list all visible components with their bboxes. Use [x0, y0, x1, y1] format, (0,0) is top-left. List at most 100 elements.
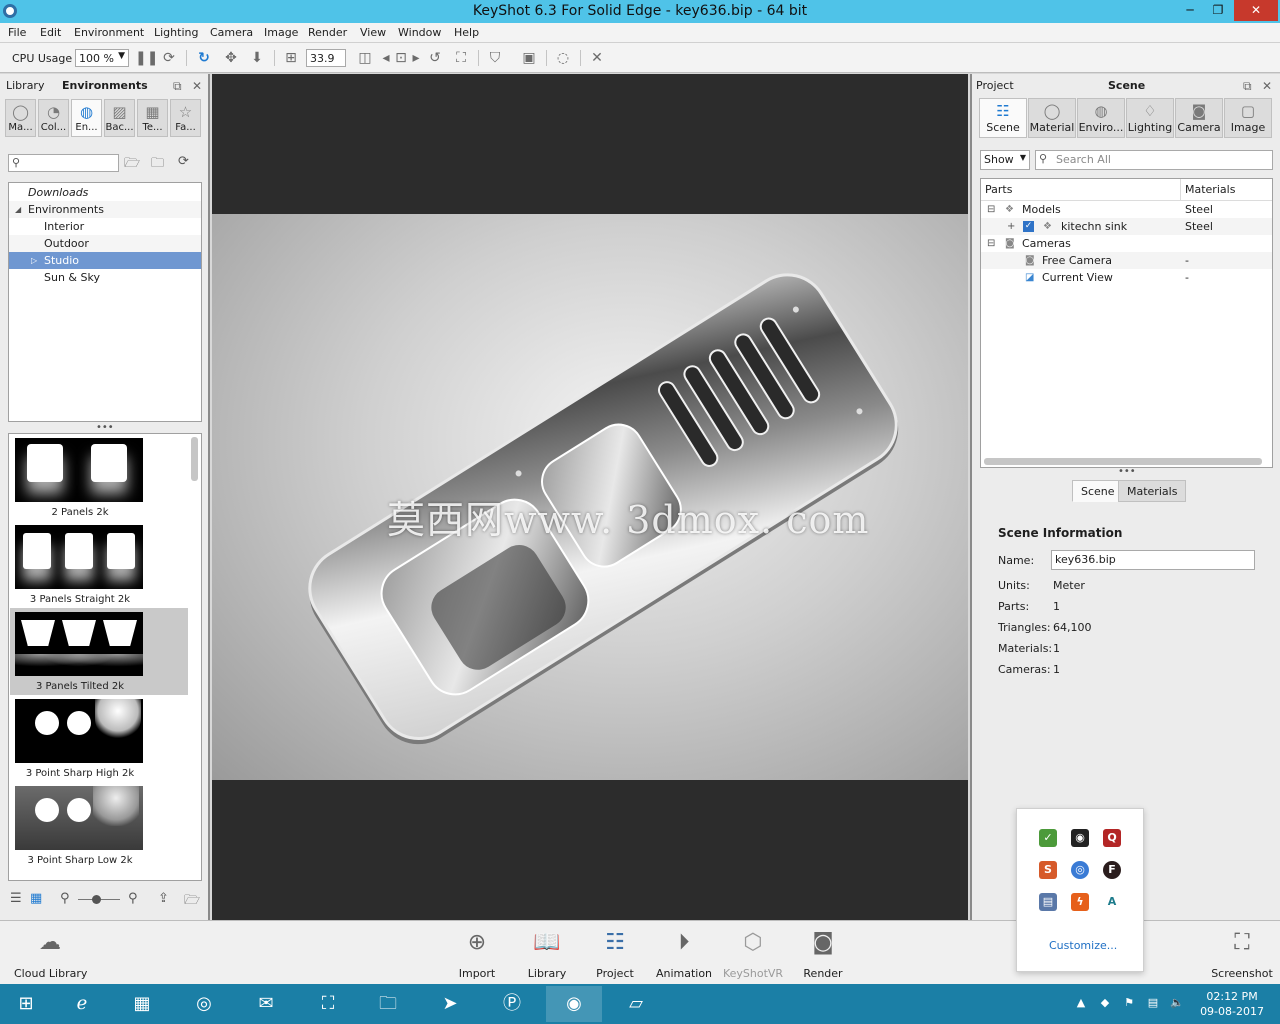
close-button[interactable]: ✕	[1234, 0, 1278, 21]
show-dropdown[interactable]: Show ▼	[980, 150, 1030, 170]
splitter-handle[interactable]: •••	[1118, 466, 1136, 477]
start-button[interactable]: ⊞	[0, 986, 52, 1022]
tray-shield-icon[interactable]: ✓	[1039, 829, 1057, 847]
screenshot-button[interactable]: ⛶ Screenshot	[1210, 927, 1274, 980]
tree-item-sun-sky[interactable]: Sun & Sky	[9, 269, 201, 286]
menu-window[interactable]: Window	[398, 26, 441, 39]
solid-edge-icon[interactable]: ➤	[422, 986, 478, 1022]
splitter-handle[interactable]: •••	[96, 422, 114, 433]
visibility-checkbox[interactable]: ✓	[1023, 221, 1034, 232]
menu-environment[interactable]: Environment	[74, 26, 144, 39]
flag-icon[interactable]: ⚑	[1122, 996, 1136, 1010]
close-panel-icon[interactable]: ✕	[192, 79, 202, 93]
app-paper-icon[interactable]: ▱	[608, 986, 664, 1022]
camera-view-icon[interactable]: ⊡	[392, 49, 410, 67]
tab-materials[interactable]: ◯ Ma...	[5, 99, 36, 137]
tree-row-sink[interactable]: + ✓ ❖ kitechn sink Steel	[981, 218, 1272, 235]
slider-handle[interactable]	[92, 895, 101, 904]
zoom-in-icon[interactable]: ⚲	[128, 891, 138, 906]
app-p-icon[interactable]: Ⓟ	[484, 986, 540, 1022]
thumbnail-3-point-sharp-high[interactable]: 3 Point Sharp High 2k	[10, 695, 188, 782]
performance-mode-icon[interactable]: ⟳	[160, 49, 178, 67]
field-of-view-icon[interactable]: ⊞	[282, 49, 300, 67]
menu-edit[interactable]: Edit	[40, 26, 61, 39]
maximize-button[interactable]: ❐	[1204, 0, 1232, 21]
undock-icon[interactable]: ⧉	[1243, 79, 1252, 94]
tab-colors[interactable]: ◔ Col...	[38, 99, 69, 137]
thumbnail-3-point-sharp-low[interactable]: 3 Point Sharp Low 2k	[10, 782, 188, 869]
scene-search-input[interactable]: ⚲ Search All	[1035, 150, 1273, 170]
show-hidden-icons-icon[interactable]: ▲	[1074, 996, 1088, 1010]
tab-favorites[interactable]: ☆ Fa...	[170, 99, 201, 137]
library-button[interactable]: 📖 Library	[520, 927, 574, 980]
tree-item-interior[interactable]: Interior	[9, 218, 201, 235]
tab-textures[interactable]: ▦ Te...	[137, 99, 168, 137]
cloud-library-button[interactable]: ☁ Cloud Library	[14, 927, 87, 980]
zoom-out-icon[interactable]: ⚲	[60, 891, 70, 906]
refresh-icon[interactable]: ↻	[195, 49, 213, 67]
fit-view-icon[interactable]: ✥	[222, 49, 240, 67]
folder-sync-icon[interactable]: 🗀	[151, 154, 164, 176]
thumbnail-3-panels-straight[interactable]: 3 Panels Straight 2k	[10, 521, 188, 608]
animation-button[interactable]: ⏵ Animation	[654, 927, 714, 980]
cpu-usage-select[interactable]: 100 % ▼	[75, 49, 129, 67]
tray-a-icon[interactable]: A	[1103, 893, 1121, 911]
menu-render[interactable]: Render	[308, 26, 347, 39]
menu-help[interactable]: Help	[454, 26, 479, 39]
arrow-left-icon[interactable]: ◂	[380, 49, 392, 67]
add-folder-icon[interactable]: 🗁	[124, 154, 140, 176]
import-button[interactable]: ⊕ Import	[450, 927, 504, 980]
shield-icon[interactable]: ⛉	[486, 49, 504, 67]
project-button[interactable]: ☷ Project	[588, 927, 642, 980]
undock-icon[interactable]: ⧉	[173, 79, 182, 94]
menu-image[interactable]: Image	[264, 26, 298, 39]
menu-camera[interactable]: Camera	[210, 26, 253, 39]
thumbnail-2-panels[interactable]: 2 Panels 2k	[10, 434, 188, 521]
upload-icon[interactable]: ⇪	[158, 891, 169, 906]
menu-file[interactable]: File	[8, 26, 26, 39]
tab-camera[interactable]: ◙ Camera	[1175, 98, 1223, 138]
keyshotvr-button[interactable]: ⬡ KeyShotVR	[722, 927, 784, 980]
thumbnail-3-panels-tilted[interactable]: 3 Panels Tilted 2k	[10, 608, 188, 695]
tree-item-downloads[interactable]: Downloads	[9, 184, 201, 201]
close-panel-icon[interactable]: ✕	[1262, 79, 1272, 93]
tree-row-cameras[interactable]: ⊟ ◙ Cameras	[981, 235, 1272, 252]
tree-item-studio[interactable]: ▷ Studio	[9, 252, 201, 269]
thumbnail-scrollbar[interactable]	[191, 437, 198, 481]
arrow-right-icon[interactable]: ▸	[410, 49, 422, 67]
tray-network-icon[interactable]: ▤	[1039, 893, 1057, 911]
tray-f-icon[interactable]: F	[1103, 861, 1121, 879]
tree-row-free-camera[interactable]: ◙ Free Camera -	[981, 252, 1272, 269]
volume-icon[interactable]: 🔈	[1170, 996, 1184, 1010]
tab-scene[interactable]: ☷ Scene	[979, 98, 1027, 138]
collapse-arrow-icon[interactable]: ▷	[31, 252, 37, 269]
tray-camera-icon[interactable]: ◉	[1071, 829, 1089, 847]
collapse-icon[interactable]: ⊟	[987, 201, 995, 218]
grid-view-icon[interactable]: ▦	[30, 891, 42, 906]
drop-to-floor-icon[interactable]: ⬇	[248, 49, 266, 67]
tab-image[interactable]: ▢ Image	[1224, 98, 1272, 138]
refresh-icon[interactable]: ⟳	[178, 154, 189, 169]
tray-lightning-icon[interactable]: ϟ	[1071, 893, 1089, 911]
tray-chrome-icon[interactable]: ◎	[1071, 861, 1089, 879]
system-clock[interactable]: 02:12 PM 09-08-2017	[1200, 989, 1264, 1019]
rendered-image[interactable]: 莫西网www. 3dmox. com	[212, 214, 968, 780]
field-of-view-input[interactable]: 33.9	[306, 49, 346, 67]
library-search-input[interactable]: ⚲	[8, 154, 119, 172]
render-viewport[interactable]: 莫西网www. 3dmox. com	[212, 74, 968, 920]
import-folder-icon[interactable]: 🗁	[184, 891, 200, 913]
subtab-scene[interactable]: Scene	[1072, 480, 1124, 502]
chrome-icon[interactable]: ◎	[176, 986, 232, 1022]
geometry-view-icon[interactable]: ▣	[520, 49, 538, 67]
tree-item-environments[interactable]: ◢ Environments	[9, 201, 201, 218]
column-parts[interactable]: Parts	[981, 179, 1181, 201]
camera-icon[interactable]: ◫	[356, 49, 374, 67]
column-materials[interactable]: Materials	[1181, 179, 1272, 201]
file-explorer-icon[interactable]: 🗀	[360, 986, 416, 1022]
tray-app-icon[interactable]: ◆	[1098, 996, 1112, 1010]
keyshot-taskbar-icon[interactable]: ◉	[546, 986, 602, 1022]
menu-lighting[interactable]: Lighting	[154, 26, 198, 39]
tab-material[interactable]: ◯ Material	[1028, 98, 1076, 138]
store-icon[interactable]: ▦	[114, 986, 170, 1022]
subtab-materials[interactable]: Materials	[1118, 480, 1187, 502]
